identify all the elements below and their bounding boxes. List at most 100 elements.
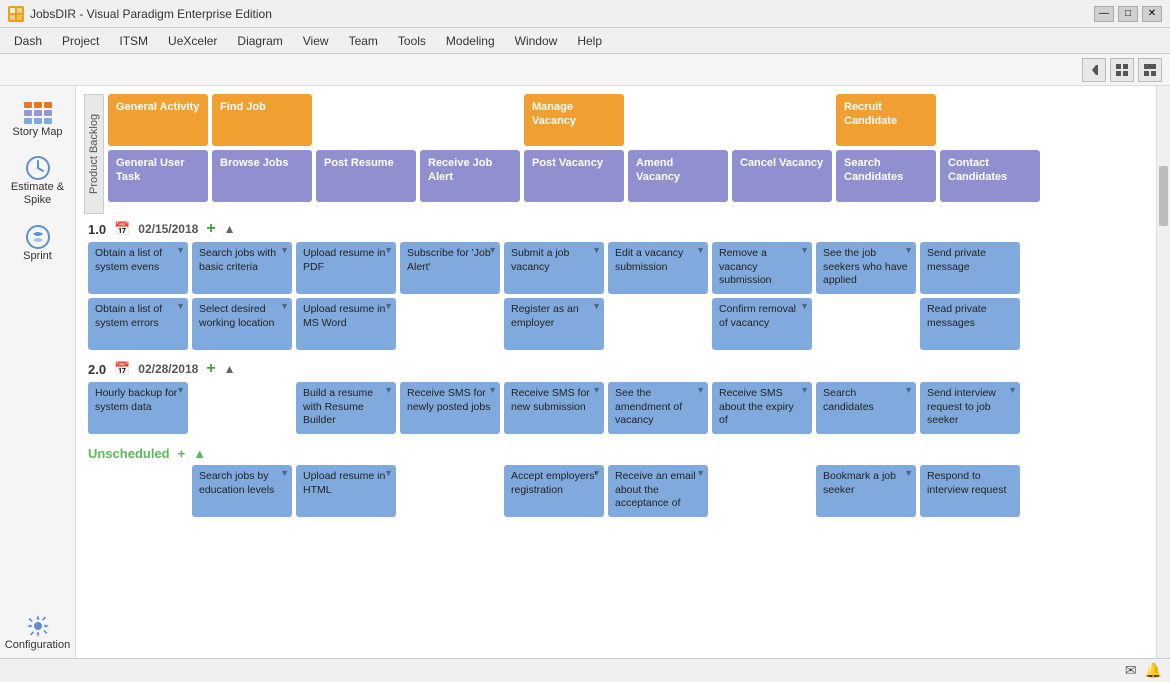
dropdown-arrow[interactable]: ▼ [488,245,497,257]
card-confirm-removal[interactable]: Confirm removal of vacancy ▼ [712,298,812,350]
card-register-employer[interactable]: Register as an employer ▼ [504,298,604,350]
toolbar-grid-button[interactable] [1110,58,1134,82]
epic-recruit-candidate[interactable]: Recruit Candidate [836,94,936,146]
sprint-2-add-button[interactable]: + [206,360,215,378]
epic-manage-vacancy[interactable]: Manage Vacancy [524,94,624,146]
card-working-location[interactable]: Select desired working location ▼ [192,298,292,350]
dropdown-arrow[interactable]: ▼ [176,301,185,313]
menu-view[interactable]: View [293,32,339,50]
card-accept-employers[interactable]: Accept employers' registration ▼ [504,465,604,517]
dropdown-arrow[interactable]: ▼ [488,385,497,397]
menu-project[interactable]: Project [52,32,109,50]
dropdown-arrow[interactable]: ▼ [592,245,601,257]
card-submit-vacancy[interactable]: Submit a job vacancy ▼ [504,242,604,294]
usertask-post-resume[interactable]: Post Resume [316,150,416,202]
card-sms-posted-jobs[interactable]: Receive SMS for newly posted jobs ▼ [400,382,500,434]
dropdown-arrow[interactable]: ▼ [384,385,393,397]
card-resume-builder[interactable]: Build a resume with Resume Builder ▼ [296,382,396,434]
card-respond-interview[interactable]: Respond to interview request [920,465,1020,517]
usertask-general[interactable]: General User Task [108,150,208,202]
card-receive-email-acceptance[interactable]: Receive an email about the acceptance of… [608,465,708,517]
unscheduled-collapse-button[interactable]: ▲ [193,446,206,461]
sprint-1-add-button[interactable]: + [206,220,215,238]
card-obtain-system-evens[interactable]: Obtain a list of system evens ▼ [88,242,188,294]
dropdown-arrow[interactable]: ▼ [384,301,393,313]
card-see-amendment[interactable]: See the amendment of vacancy ▼ [608,382,708,434]
card-bookmark-seeker[interactable]: Bookmark a job seeker ▼ [816,465,916,517]
menu-tools[interactable]: Tools [388,32,436,50]
card-send-private[interactable]: Send private message [920,242,1020,294]
sidebar-item-story-map[interactable]: Story Map [5,94,71,145]
minimize-button[interactable]: — [1094,6,1114,22]
dropdown-arrow[interactable]: ▼ [280,468,289,480]
sprint-1-collapse-button[interactable]: ▲ [224,222,236,236]
toolbar-back-button[interactable] [1082,58,1106,82]
usertask-search-candidates[interactable]: Search Candidates [836,150,936,202]
card-system-errors[interactable]: Obtain a list of system errors ▼ [88,298,188,350]
card-upload-msword[interactable]: Upload resume in MS Word ▼ [296,298,396,350]
dropdown-arrow[interactable]: ▼ [800,245,809,257]
dropdown-arrow[interactable]: ▼ [1008,385,1017,397]
sidebar-item-sprint[interactable]: Sprint [5,218,71,269]
card-edit-vacancy[interactable]: Edit a vacancy submission ▼ [608,242,708,294]
dropdown-arrow[interactable]: ▼ [176,245,185,257]
menu-modeling[interactable]: Modeling [436,32,505,50]
menu-window[interactable]: Window [505,32,568,50]
dropdown-arrow[interactable]: ▼ [592,301,601,313]
usertask-contact-candidates[interactable]: Contact Candidates [940,150,1040,202]
usertask-receive-alert[interactable]: Receive Job Alert [420,150,520,202]
unscheduled-add-button[interactable]: + [178,446,186,461]
dropdown-arrow[interactable]: ▼ [384,468,393,480]
card-sms-expiry[interactable]: Receive SMS about the expiry of ▼ [712,382,812,434]
story-map-board[interactable]: Product Backlog General Activity Find Jo… [76,86,1156,658]
card-upload-html[interactable]: Upload resume in HTML ▼ [296,465,396,517]
menu-itsm[interactable]: ITSM [109,32,158,50]
toolbar-layout-button[interactable] [1138,58,1162,82]
menu-help[interactable]: Help [567,32,612,50]
card-subscribe-alert[interactable]: Subscribe for 'Job Alert' ▼ [400,242,500,294]
maximize-button[interactable]: □ [1118,6,1138,22]
dropdown-arrow[interactable]: ▼ [280,301,289,313]
dropdown-arrow[interactable]: ▼ [592,468,601,480]
dropdown-arrow[interactable]: ▼ [592,385,601,397]
card-search-jobs-basic[interactable]: Search jobs with basic criteria ▼ [192,242,292,294]
card-sms-new-submission[interactable]: Receive SMS for new submission ▼ [504,382,604,434]
sidebar-item-estimate[interactable]: Estimate & Spike [5,149,71,213]
card-send-interview[interactable]: Send interview request to job seeker ▼ [920,382,1020,434]
close-button[interactable]: ✕ [1142,6,1162,22]
dropdown-arrow[interactable]: ▼ [904,385,913,397]
dropdown-arrow[interactable]: ▼ [904,245,913,257]
card-upload-pdf[interactable]: Upload resume in PDF ▼ [296,242,396,294]
dropdown-arrow[interactable]: ▼ [176,385,185,397]
sprint-2-collapse-button[interactable]: ▲ [224,362,236,376]
epic-general-activity[interactable]: General Activity [108,94,208,146]
card-hourly-backup[interactable]: Hourly backup for system data ▼ [88,382,188,434]
menu-uexceler[interactable]: UeXceler [158,32,227,50]
sidebar-item-configuration[interactable]: Configuration [5,607,71,658]
dropdown-arrow[interactable]: ▼ [696,385,705,397]
menu-diagram[interactable]: Diagram [227,32,292,50]
epic-find-job[interactable]: Find Job [212,94,312,146]
status-notify-button[interactable]: 🔔 [1145,662,1162,679]
vertical-scrollbar[interactable] [1156,86,1170,658]
usertask-cancel-vacancy[interactable]: Cancel Vacancy [732,150,832,202]
scrollbar-thumb[interactable] [1159,166,1168,226]
usertask-browse[interactable]: Browse Jobs [212,150,312,202]
card-search-candidates-2[interactable]: Search candidates ▼ [816,382,916,434]
card-search-education[interactable]: Search jobs by education levels ▼ [192,465,292,517]
status-message-button[interactable]: ✉ [1125,662,1137,679]
dropdown-arrow[interactable]: ▼ [384,245,393,257]
dropdown-arrow[interactable]: ▼ [696,468,705,480]
dropdown-arrow[interactable]: ▼ [800,385,809,397]
dropdown-arrow[interactable]: ▼ [696,245,705,257]
dropdown-arrow[interactable]: ▼ [904,468,913,480]
usertask-post-vacancy[interactable]: Post Vacancy [524,150,624,202]
menu-dash[interactable]: Dash [4,32,52,50]
card-remove-vacancy[interactable]: Remove a vacancy submission ▼ [712,242,812,294]
dropdown-arrow[interactable]: ▼ [280,245,289,257]
card-see-seekers[interactable]: See the job seekers who have applied ▼ [816,242,916,294]
card-read-private[interactable]: Read private messages [920,298,1020,350]
usertask-amend-vacancy[interactable]: Amend Vacancy [628,150,728,202]
menu-team[interactable]: Team [339,32,388,50]
dropdown-arrow[interactable]: ▼ [800,301,809,313]
